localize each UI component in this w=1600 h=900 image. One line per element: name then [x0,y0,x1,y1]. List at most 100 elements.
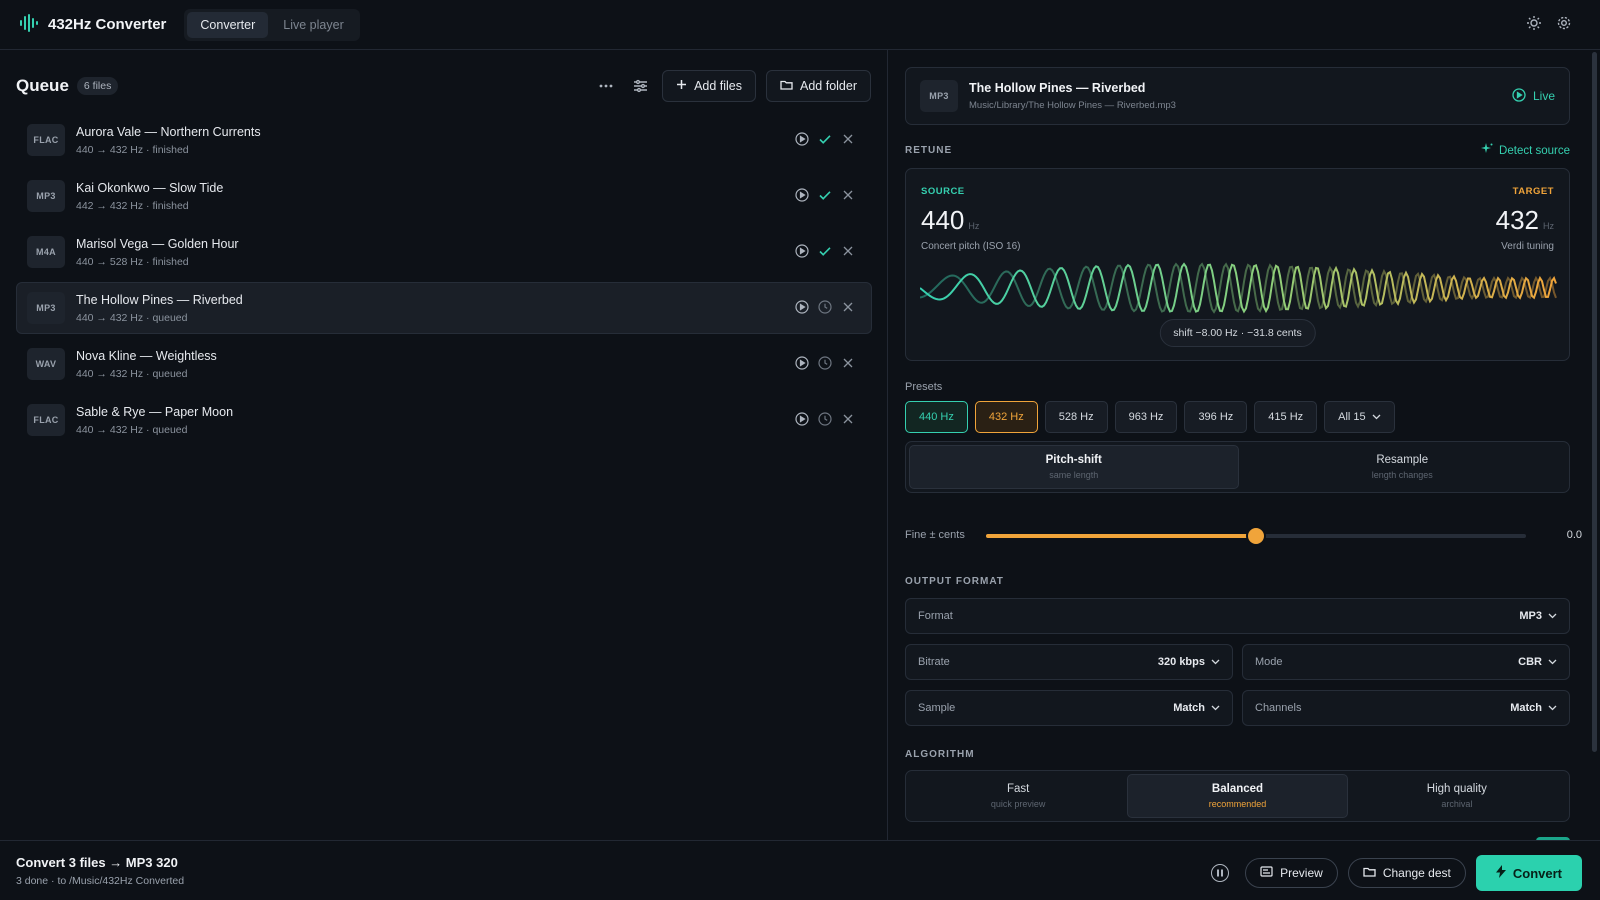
close-icon[interactable] [841,356,855,373]
option-title: Resample [1376,454,1429,466]
detect-source-label: Detect source [1499,144,1570,157]
option-title: High quality [1426,783,1487,795]
resample-option[interactable]: Resample length changes [1239,445,1567,489]
option-subtitle: recommended [1208,799,1267,809]
algorithm-section-label: ALGORITHM [905,749,975,760]
pause-icon[interactable] [1211,864,1230,882]
play-icon[interactable] [795,299,809,317]
live-label: Live [1532,89,1555,103]
field-label: Mode [1255,656,1283,668]
track-title: Aurora Vale — Northern Currents [76,124,261,139]
tab-converter[interactable]: Converter [187,11,269,38]
preset-432-button[interactable]: 432 Hz [974,401,1038,433]
play-icon[interactable] [795,187,809,205]
top-bar: 432Hz Converter Converter Live player [0,0,1600,50]
queue-count-badge: 6 files [76,77,119,95]
brand: 432Hz Converter [18,13,166,36]
slider-thumb[interactable] [1248,528,1264,544]
preset-415-button[interactable]: 415 Hz [1254,401,1318,433]
app-title: 432Hz Converter [48,16,167,33]
chevron-down-icon [1211,656,1220,668]
check-icon [818,132,832,149]
preset-440-button[interactable]: 440 Hz [905,401,968,433]
more-options-icon[interactable] [594,74,618,98]
play-circle-icon [1512,87,1526,105]
target-description: Verdi tuning [1501,241,1554,252]
preset-group: 440 Hz 432 Hz 528 Hz 963 Hz 396 Hz 415 H… [905,401,1395,433]
queue-list: FLAC Aurora Vale — Northern Currents 440 … [16,114,872,450]
play-icon[interactable] [795,243,809,261]
add-folder-button[interactable]: Add folder [766,70,871,102]
fast-option[interactable]: Fast quick preview [909,774,1127,818]
preset-396-button[interactable]: 396 Hz [1184,401,1248,433]
list-item[interactable]: MP3 Kai Okonkwo — Slow Tide 442 → 432 Hz … [16,170,872,222]
channels-select[interactable]: Channels Match [1242,690,1570,726]
live-button[interactable]: Live [1512,87,1555,105]
list-item[interactable]: FLAC Sable & Rye — Paper Moon 440 → 432 H… [16,394,872,446]
sample-rate-select[interactable]: Sample Match [905,690,1233,726]
close-icon[interactable] [841,412,855,429]
field-label: Format [918,610,953,622]
option-subtitle: length changes [1371,470,1433,480]
close-icon[interactable] [841,188,855,205]
field-value: Match [1510,702,1542,714]
option-title: Pitch-shift [1045,454,1102,466]
track-title: The Hollow Pines — Riverbed [76,292,243,307]
detect-source-button[interactable]: Detect source [1481,143,1570,158]
field-label: Sample [918,702,956,714]
list-item[interactable]: WAV Nova Kline — Weightless 440 → 432 Hz … [16,338,872,390]
gear-icon[interactable] [1556,15,1572,34]
play-icon[interactable] [795,411,809,429]
all-presets-dropdown[interactable]: All 15 [1324,401,1395,433]
play-icon[interactable] [795,355,809,373]
close-icon[interactable] [841,300,855,317]
field-value: MP3 [1519,610,1542,622]
format-badge: FLAC [27,404,65,436]
change-dest-label: Change dest [1382,866,1451,880]
sliders-icon[interactable] [628,74,652,98]
tab-live-player[interactable]: Live player [270,12,356,38]
shift-readout: shift −8.00 Hz · −31.8 cents [1159,319,1316,347]
slider-fill [986,534,1256,538]
convert-button[interactable]: Convert [1475,855,1582,891]
scrollbar[interactable] [1592,52,1597,752]
shift-mode-toggle: Pitch-shift same length Resample length … [905,441,1570,493]
pitch-shift-option[interactable]: Pitch-shift same length [909,445,1239,489]
add-files-button[interactable]: Add files [662,70,757,102]
format-badge: M4A [27,236,65,268]
list-item[interactable]: M4A Marisol Vega — Golden Hour 440 → 528 … [16,226,872,278]
now-playing-title: The Hollow Pines — Riverbed [969,81,1146,95]
preview-button[interactable]: Preview [1245,858,1338,888]
option-subtitle: same length [1049,470,1099,480]
track-title: Nova Kline — Weightless [76,348,217,363]
track-title: Kai Okonkwo — Slow Tide [76,180,224,195]
close-icon[interactable] [841,132,855,149]
sun-icon[interactable] [1526,15,1542,34]
sparkle-icon [1481,143,1493,158]
mode-select[interactable]: Mode CBR [1242,644,1570,680]
fine-cents-slider[interactable] [986,528,1526,544]
folder-icon [1363,866,1376,880]
preset-963-button[interactable]: 963 Hz [1114,401,1178,433]
high-quality-option[interactable]: High quality archival [1348,774,1566,818]
clock-icon [818,411,832,429]
track-meta: 440 → 432 Hz · finished [76,143,189,156]
plus-icon [676,79,687,93]
list-item[interactable]: FLAC Aurora Vale — Northern Currents 440 … [16,114,872,166]
play-icon[interactable] [795,131,809,149]
chevron-down-icon [1548,610,1557,622]
change-dest-button[interactable]: Change dest [1347,858,1466,888]
close-icon[interactable] [841,244,855,261]
now-playing-path: Music/Library/The Hollow Pines — Riverbe… [969,100,1176,111]
lightning-icon [1495,865,1506,881]
waveform-visual [920,262,1557,314]
preview-label: Preview [1280,866,1323,880]
bitrate-select[interactable]: Bitrate 320 kbps [905,644,1233,680]
preset-528-button[interactable]: 528 Hz [1044,401,1108,433]
list-item-selected[interactable]: MP3 The Hollow Pines — Riverbed 440 → 432… [16,282,872,334]
target-frequency: 432 [1495,205,1539,235]
add-folder-label: Add folder [800,79,857,93]
format-select[interactable]: Format MP3 [905,598,1570,634]
source-unit: Hz [968,221,980,231]
balanced-option[interactable]: Balanced recommended [1127,774,1348,818]
